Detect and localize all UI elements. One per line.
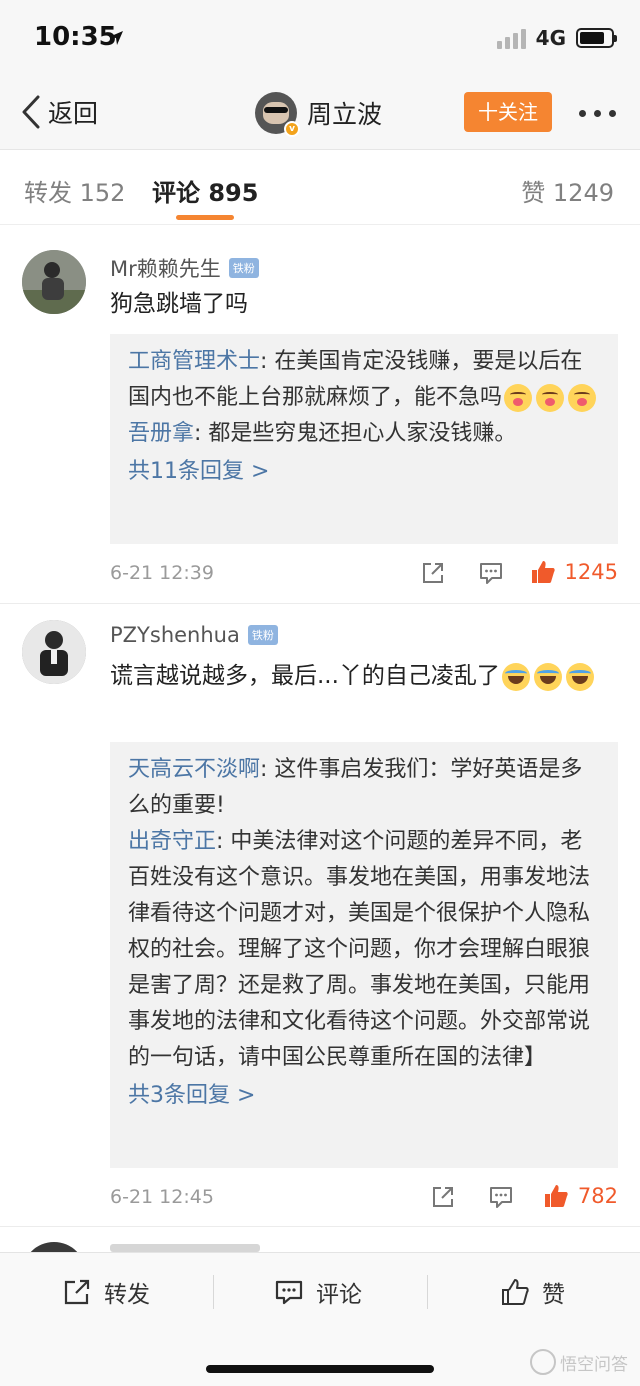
- laugh-cry-emoji-icon: [501, 662, 530, 691]
- like-button[interactable]: 1245: [529, 558, 618, 586]
- wukong-logo-icon: [530, 1349, 556, 1375]
- reply-item: 出奇守正: 中美法律对这个问题的差异不同，老百姓没有这个意识。事发地在美国，用事…: [128, 824, 600, 1076]
- watermark: 悟空问答: [530, 1349, 628, 1375]
- like-count: 1245: [564, 560, 618, 584]
- comment-username[interactable]: Mr赖赖先生 铁粉: [110, 253, 259, 283]
- comment-icon[interactable]: [478, 560, 504, 586]
- thumbs-up-icon: [544, 1185, 568, 1207]
- comment-username[interactable]: [110, 1244, 260, 1252]
- home-indicator[interactable]: [206, 1365, 434, 1373]
- divider: [0, 1226, 640, 1227]
- yum-emoji-icon: [568, 384, 597, 412]
- more-options-icon[interactable]: [579, 110, 616, 117]
- yum-emoji-icon: [504, 384, 533, 412]
- fan-badge: 铁粉: [228, 258, 259, 278]
- verified-badge-icon: v: [284, 121, 300, 137]
- network-label: 4G: [535, 26, 566, 50]
- comment-date: 6-21 12:45: [110, 1186, 214, 1208]
- chevron-left-icon: [22, 95, 40, 129]
- share-icon[interactable]: [430, 1184, 456, 1210]
- laugh-cry-emoji-icon: [533, 662, 562, 691]
- location-arrow-icon: [109, 31, 123, 45]
- reply-text: : 中美法律对这个问题的差异不同，老百姓没有这个意识。事发地在美国，用事发地法律…: [128, 829, 591, 1070]
- divider: [0, 603, 640, 604]
- comment-meta: 6-21 12:45 782: [110, 1180, 618, 1216]
- back-label: 返回: [48, 99, 99, 128]
- tab-comments[interactable]: 评论 895: [152, 173, 258, 208]
- reply-author[interactable]: 出奇守正: [128, 829, 216, 854]
- reply-author[interactable]: 工商管理术士: [128, 349, 260, 374]
- comment-icon[interactable]: [488, 1184, 514, 1210]
- comment-date: 6-21 12:39: [110, 562, 214, 584]
- profile-header[interactable]: v 周立波: [255, 92, 383, 137]
- nav-bar: 返回 v 周立波 十关注: [0, 80, 640, 150]
- username-text: PZYshenhua: [110, 623, 240, 647]
- divider: [213, 1275, 214, 1309]
- comment-username[interactable]: PZYshenhua 铁粉: [110, 623, 278, 647]
- active-tab-indicator: [176, 215, 234, 220]
- reply-item: 天高云不淡啊: 这件事启发我们：学好英语是多么的重要!: [128, 752, 600, 824]
- more-replies-link[interactable]: 共3条回复 >: [128, 1078, 600, 1114]
- watermark-text: 悟空问答: [560, 1354, 628, 1375]
- like-count: 782: [577, 1184, 618, 1208]
- divider: [427, 1275, 428, 1309]
- status-time: 10:35: [34, 22, 117, 52]
- more-replies-link[interactable]: 共11条回复 >: [128, 454, 600, 490]
- comment-button[interactable]: 评论: [274, 1275, 362, 1309]
- battery-icon: [576, 28, 617, 48]
- tab-likes[interactable]: 赞 1249: [521, 173, 614, 208]
- laugh-cry-emoji-icon: [565, 662, 594, 691]
- reply-author[interactable]: 吾册拿: [128, 421, 194, 446]
- bottom-action-bar: 转发 评论 赞 悟空问答: [0, 1252, 640, 1386]
- comment-label: 评论: [316, 1282, 362, 1308]
- status-indicators: 4G: [496, 26, 617, 50]
- tab-repost[interactable]: 转发 152: [24, 173, 125, 208]
- avatar[interactable]: [22, 620, 86, 684]
- profile-name: 周立波: [307, 100, 383, 129]
- share-icon: [64, 1279, 90, 1305]
- username-text: Mr赖赖先生: [110, 257, 221, 281]
- thumbs-up-icon: [531, 561, 555, 583]
- comment-icon: [275, 1280, 303, 1305]
- status-bar: 10:35 4G: [0, 0, 640, 80]
- thumbs-up-icon: [502, 1279, 529, 1305]
- follow-button[interactable]: 十关注: [464, 92, 552, 132]
- avatar[interactable]: v: [255, 92, 300, 137]
- like-button[interactable]: 782: [542, 1182, 618, 1210]
- comment-text: 谎言越说越多，最后...丫的自己凌乱了: [110, 658, 620, 694]
- reply-box[interactable]: 工商管理术士: 在美国肯定没钱赚，要是以后在国内也不能上台那就麻烦了，能不急吗 …: [110, 334, 618, 544]
- reply-author[interactable]: 天高云不淡啊: [128, 757, 260, 782]
- like-button[interactable]: 赞: [500, 1275, 565, 1309]
- repost-button[interactable]: 转发: [62, 1275, 150, 1309]
- reply-box[interactable]: 天高云不淡啊: 这件事启发我们：学好英语是多么的重要! 出奇守正: 中美法律对这…: [110, 742, 618, 1168]
- tab-bar: 转发 152 评论 895 赞 1249: [0, 151, 640, 225]
- reply-item: 吾册拿: 都是些穷鬼还担心人家没钱赚。: [128, 416, 600, 452]
- reply-item: 工商管理术士: 在美国肯定没钱赚，要是以后在国内也不能上台那就麻烦了，能不急吗: [128, 344, 600, 416]
- like-label: 赞: [542, 1282, 565, 1308]
- signal-icon: [496, 27, 526, 49]
- comment-meta: 6-21 12:39 1245: [110, 556, 618, 592]
- repost-label: 转发: [104, 1282, 150, 1308]
- yum-emoji-icon: [536, 384, 565, 412]
- comment-text-body: 谎言越说越多，最后...丫的自己凌乱了: [110, 663, 500, 689]
- share-icon[interactable]: [420, 560, 446, 586]
- comment-text: 狗急跳墙了吗: [110, 291, 248, 317]
- back-button[interactable]: 返回: [20, 94, 98, 130]
- avatar[interactable]: [22, 250, 86, 314]
- reply-text: : 都是些穷鬼还担心人家没钱赚。: [194, 421, 517, 446]
- fan-badge: 铁粉: [247, 625, 278, 645]
